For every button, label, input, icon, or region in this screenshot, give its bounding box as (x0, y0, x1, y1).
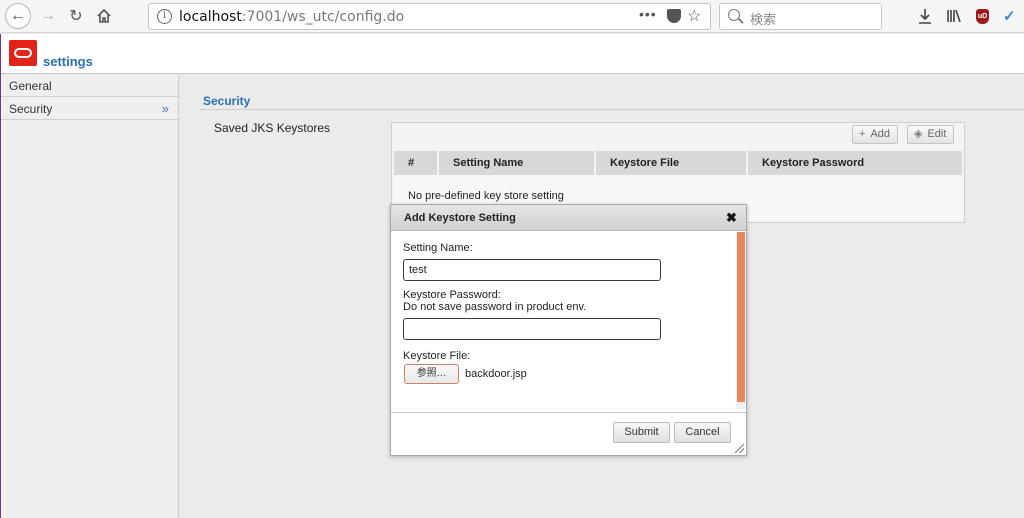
app-header: settings (1, 34, 1024, 74)
column-header[interactable]: Keystore Password (748, 151, 962, 175)
sidebar: General Security » (1, 75, 179, 518)
chevron-double-right-icon: » (161, 101, 169, 116)
scrollbar-thumb[interactable] (737, 232, 745, 402)
section-divider (199, 109, 1024, 110)
download-icon[interactable] (918, 8, 932, 27)
password-input[interactable] (403, 318, 661, 340)
pocket-icon[interactable] (667, 9, 681, 23)
back-button[interactable]: ← (5, 3, 31, 29)
forward-button[interactable]: → (36, 4, 60, 28)
page-actions-icon[interactable]: ••• (639, 6, 657, 22)
column-header[interactable]: # (394, 151, 439, 175)
search-icon (728, 9, 740, 21)
reload-icon: ↻ (69, 8, 83, 25)
arrow-right-icon: → (40, 7, 56, 24)
grid-header: # Setting Name Keystore File Keystore Pa… (394, 151, 962, 175)
url-text[interactable]: localhost:7001/ws_utc/config.do (179, 9, 404, 25)
dialog-title: Add Keystore Setting (404, 212, 516, 224)
keystore-file-label: Keystore File: (403, 350, 471, 362)
dialog-scrollbar[interactable] (736, 232, 745, 409)
selected-file-name: backdoor.jsp (465, 368, 527, 380)
keystores-label: Saved JKS Keystores (214, 121, 331, 135)
submit-button[interactable]: Submit (613, 422, 670, 443)
url-bar[interactable]: i localhost:7001/ws_utc/config.do ••• ☆ (148, 3, 711, 30)
tag-icon: ◈ (914, 128, 923, 140)
search-input[interactable]: 検索 (719, 3, 882, 30)
sidebar-item-label: General (9, 79, 52, 93)
reload-button[interactable]: ↻ (64, 4, 88, 28)
sidebar-item-label: Security (9, 102, 53, 116)
sidebar-item-security[interactable]: Security » (1, 98, 179, 120)
dialog-titlebar[interactable]: Add Keystore Setting ✖ (391, 205, 746, 231)
ublock-icon[interactable]: uD (976, 9, 989, 24)
browse-button[interactable]: 参照... (404, 364, 459, 384)
section-title: Security (203, 94, 251, 108)
setting-name-input[interactable]: test (403, 259, 661, 281)
column-header[interactable]: Keystore File (596, 151, 748, 175)
dialog-body: Setting Name: test Keystore Password: Do… (391, 232, 746, 412)
library-icon[interactable] (946, 8, 962, 27)
plus-icon: + (859, 128, 866, 140)
close-icon[interactable]: ✖ (726, 210, 737, 226)
edit-button[interactable]: ◈ Edit (907, 125, 955, 144)
dialog-footer: Submit Cancel (391, 412, 746, 455)
sidebar-item-general[interactable]: General (1, 75, 179, 97)
info-icon[interactable]: i (157, 9, 172, 24)
oracle-logo-icon (9, 40, 37, 66)
home-button[interactable] (92, 4, 116, 28)
page-title: settings (43, 54, 93, 69)
search-placeholder: 検索 (750, 13, 777, 28)
cancel-button[interactable]: Cancel (674, 422, 731, 443)
home-icon (97, 8, 111, 23)
setting-name-label: Setting Name: (403, 242, 473, 254)
add-keystore-dialog: Add Keystore Setting ✖ Setting Name: tes… (390, 204, 747, 456)
password-hint: Do not save password in product env. (403, 301, 587, 313)
password-label: Keystore Password: (403, 289, 501, 301)
arrow-left-icon: ← (10, 7, 26, 24)
bookmark-star-icon[interactable]: ☆ (687, 6, 701, 26)
browser-toolbar: ← → ↻ i localhost:7001/ws_utc/config.do … (0, 0, 1024, 33)
add-button[interactable]: + Add (852, 125, 899, 144)
vue-devtools-icon[interactable]: ✓ (1003, 7, 1016, 25)
empty-message: No pre-defined key store setting (408, 190, 564, 202)
column-header[interactable]: Setting Name (439, 151, 596, 175)
resize-handle[interactable] (735, 444, 744, 453)
